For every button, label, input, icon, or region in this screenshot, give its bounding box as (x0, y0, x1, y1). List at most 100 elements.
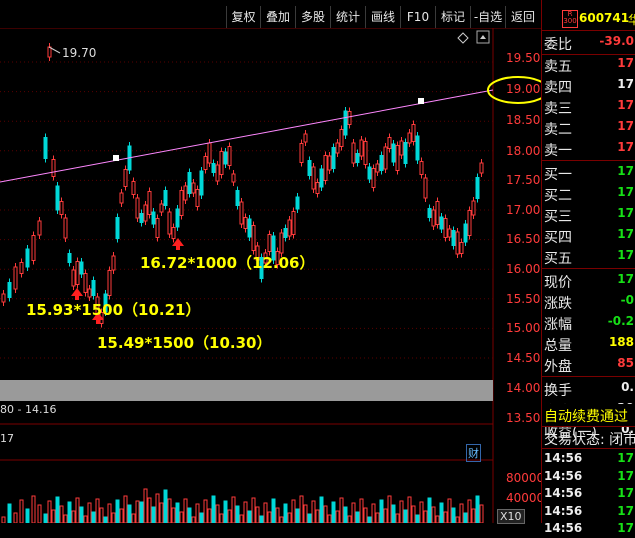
candle-body (247, 218, 252, 238)
volume-bar (303, 504, 308, 523)
candle-body (363, 141, 368, 165)
y-tick: 14.00 (506, 381, 541, 395)
overlay-button[interactable]: 叠加 (260, 6, 295, 28)
candle-body (227, 146, 232, 166)
quote-row: 委比 -39.0 (542, 32, 635, 54)
volume-bar (371, 503, 376, 523)
volume-unit: X10 (497, 509, 525, 524)
volume-bar (331, 501, 336, 523)
candle-body (167, 211, 172, 235)
volume-bar (115, 499, 120, 523)
candle-body (439, 216, 444, 230)
quote-row-label: 卖一 (544, 143, 572, 159)
candle-body (383, 146, 388, 170)
volume-bar (227, 509, 232, 523)
quote-row: 卖一 17 (542, 138, 635, 160)
finance-icon[interactable]: 财 (466, 444, 481, 462)
quote-row: 换手 0. (542, 378, 635, 400)
volume-bar (395, 513, 400, 523)
quote-row-value: 17 (617, 248, 634, 262)
quote-row-label: 换手 (544, 383, 572, 399)
quote-row: 外盘 85 (542, 354, 635, 376)
volume-bar (63, 514, 68, 523)
candle-body (55, 185, 60, 211)
quote-row: 总量 188 (542, 333, 635, 355)
volume-bar (55, 496, 60, 523)
quote-row: 买五 17 (542, 246, 635, 268)
volume-bar (363, 507, 368, 523)
volume-bar (367, 516, 372, 523)
volume-bar (175, 502, 180, 523)
candle-body (411, 124, 416, 142)
volume-bar (355, 511, 360, 523)
candle-body (279, 232, 284, 254)
volume-bar (71, 510, 76, 523)
volume-bar (95, 498, 100, 523)
tick-value: 17 (617, 521, 634, 535)
statistics-button[interactable]: 统计 (330, 6, 365, 28)
quote-row-value: 85 (617, 356, 634, 370)
volume-bar (199, 512, 204, 523)
mark-button[interactable]: 标记 (435, 6, 470, 28)
volume-bar (151, 506, 156, 523)
candle-body (343, 110, 348, 136)
candle-body (239, 201, 244, 225)
back-button[interactable]: 返回 (505, 6, 540, 28)
volume-bar (359, 498, 364, 523)
candle-body (47, 46, 52, 58)
volume-bar (263, 502, 268, 523)
f10-button[interactable]: F10 (400, 6, 435, 28)
kline-chart[interactable]: 19.70 16.72*1000（12.06） 15.93*1500（10.21… (0, 28, 544, 524)
volume-bar (231, 496, 236, 523)
volume-bar (107, 503, 112, 523)
volume-bar (19, 499, 24, 523)
y-tick: 18.00 (506, 144, 541, 158)
quote-row-value: 17 (617, 119, 634, 133)
volume-bar (131, 513, 136, 523)
volume-bar (207, 508, 212, 523)
candle-body (327, 155, 332, 171)
candle-body (307, 160, 312, 176)
volume-bar (415, 514, 420, 523)
multi-stock-button[interactable]: 多股 (295, 6, 330, 28)
y-tick: 19.00 (506, 82, 541, 96)
volume-bar (319, 496, 324, 523)
volume-bar (423, 510, 428, 523)
candle-body (475, 177, 480, 199)
volume-bar (459, 503, 464, 523)
volume-bar (271, 498, 276, 523)
renewal-banner[interactable]: 自动续费通过 (542, 404, 635, 426)
volume-bar (87, 502, 92, 523)
volume-bar (167, 498, 172, 523)
quote-row-label: 现价 (544, 275, 572, 291)
tick-value: 17 (617, 451, 634, 465)
trend-line-handle[interactable] (418, 98, 424, 104)
candle-body (407, 132, 412, 144)
volume-bar (51, 509, 56, 523)
quote-row-value: 17 (617, 98, 634, 112)
volume-bar (239, 514, 244, 523)
candle-body (291, 211, 296, 235)
candle-body (287, 219, 292, 237)
volume-bar (315, 509, 320, 523)
volume-bar (399, 500, 404, 523)
trend-line-handle[interactable] (113, 155, 119, 161)
restore-rights-button[interactable]: 复权 (226, 6, 260, 28)
volume-bar (451, 507, 456, 523)
volume-bar (443, 511, 448, 523)
candle-body (91, 280, 96, 296)
annotation-2: 15.93*1500（10.21） (26, 301, 201, 319)
watchlist-button[interactable]: -自选 (470, 6, 505, 28)
volume-bar (203, 499, 208, 523)
y-tick: 18.50 (506, 113, 541, 127)
quote-row-label: 涨跌 (544, 296, 572, 312)
volume-bar (67, 501, 72, 523)
volume-bar (75, 497, 80, 523)
draw-line-button[interactable]: 画线 (365, 6, 400, 28)
candle-body (375, 163, 380, 173)
volume-bar (159, 502, 164, 523)
candle-body (347, 111, 352, 125)
candle-body (139, 213, 144, 223)
diamond-icon[interactable] (457, 32, 469, 44)
tick-row: 14:56 17 (542, 469, 635, 486)
